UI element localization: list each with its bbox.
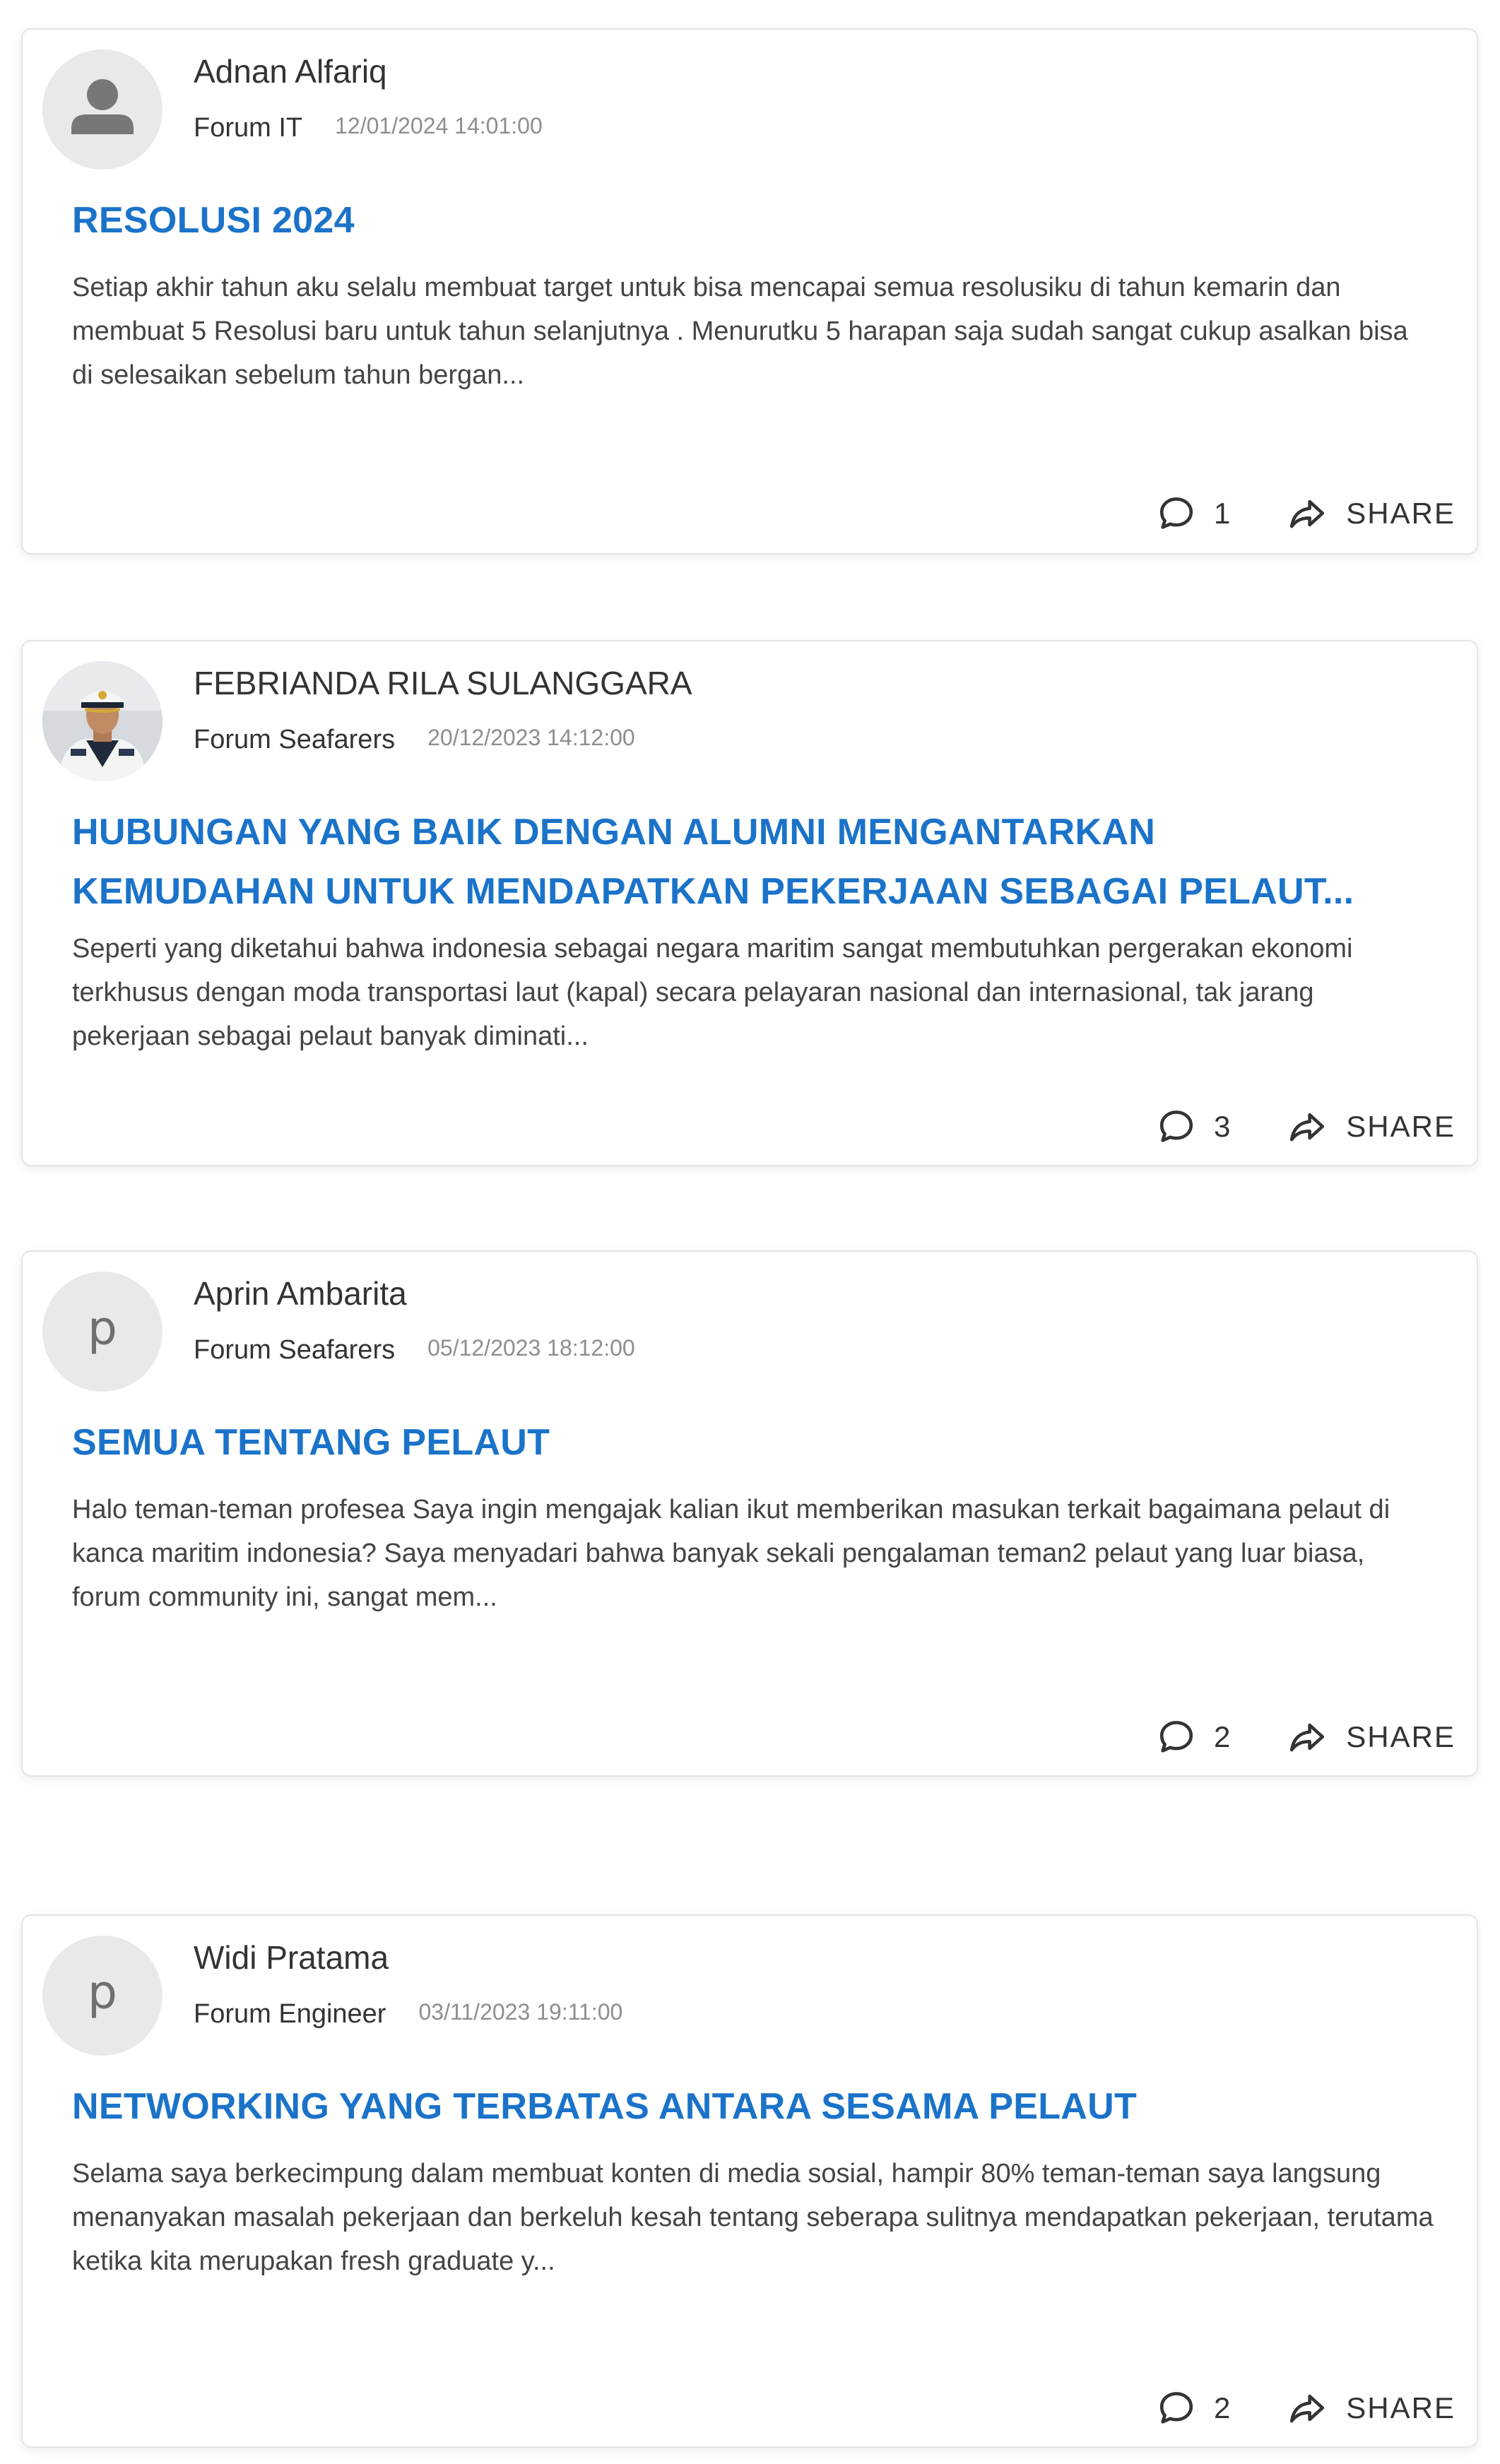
author-name[interactable]: Aprin Ambarita — [194, 1274, 407, 1313]
share-button[interactable]: SHARE — [1287, 1717, 1455, 1758]
share-arrow-icon — [1287, 1106, 1328, 1147]
comment-count: 2 — [1213, 2391, 1231, 2424]
forum-name[interactable]: Forum Engineer — [194, 1999, 386, 2029]
post-card[interactable]: FEBRIANDA RILA SULANGGARA Forum Seafarer… — [21, 640, 1478, 1166]
share-arrow-icon — [1287, 1717, 1328, 1758]
post-actions: 1 SHARE — [1156, 489, 1455, 538]
post-actions: 2 SHARE — [1156, 1712, 1455, 1762]
person-silhouette-icon — [42, 49, 163, 170]
comment-count: 1 — [1213, 497, 1231, 530]
post-date: 20/12/2023 14:12:00 — [427, 725, 635, 750]
comment-button[interactable]: 1 — [1156, 493, 1230, 534]
post-excerpt: Seperti yang diketahui bahwa indonesia s… — [72, 934, 1353, 1051]
post-title[interactable]: NETWORKING YANG TERBATAS ANTARA SESAMA P… — [72, 2077, 1400, 2136]
forum-name[interactable]: Forum IT — [194, 113, 302, 143]
forum-name[interactable]: Forum Seafarers — [194, 725, 395, 754]
share-label: SHARE — [1346, 2391, 1455, 2424]
author-name[interactable]: Adnan Alfariq — [194, 52, 387, 90]
comment-button[interactable]: 2 — [1156, 2388, 1230, 2429]
share-label: SHARE — [1346, 497, 1455, 530]
comment-button[interactable]: 2 — [1156, 1717, 1230, 1758]
avatar[interactable]: p — [42, 1936, 163, 2056]
post-card[interactable]: p Aprin Ambarita Forum Seafarers 05/12/20… — [21, 1250, 1478, 1777]
comment-button[interactable]: 3 — [1156, 1106, 1230, 1147]
profile-photo — [42, 661, 163, 781]
post-excerpt: Setiap akhir tahun aku selalu membuat ta… — [72, 273, 1408, 390]
post-excerpt: Halo teman-teman profesea Saya ingin men… — [72, 1495, 1390, 1612]
avatar-letter: p — [88, 1965, 117, 2020]
comment-bubble-icon — [1156, 1106, 1197, 1147]
share-arrow-icon — [1287, 493, 1328, 534]
post-card[interactable]: p Widi Pratama Forum Engineer 03/11/2023 … — [21, 1914, 1478, 2448]
post-title[interactable]: HUBUNGAN YANG BAIK DENGAN ALUMNI MENGANT… — [72, 802, 1400, 921]
post-title[interactable]: SEMUA TENTANG PELAUT — [72, 1413, 1400, 1472]
avatar[interactable] — [42, 49, 163, 170]
comment-bubble-icon — [1156, 493, 1197, 534]
forum-meta: Forum Seafarers 20/12/2023 14:12:00 — [194, 725, 635, 755]
comment-count: 2 — [1213, 1720, 1231, 1753]
post-excerpt: Selama saya berkecimpung dalam membuat k… — [72, 2159, 1434, 2276]
forum-meta: Forum Engineer 03/11/2023 19:11:00 — [194, 1999, 622, 2030]
share-button[interactable]: SHARE — [1287, 493, 1455, 534]
avatar-letter: p — [88, 1301, 117, 1356]
post-date: 03/11/2023 19:11:00 — [418, 1999, 623, 2025]
share-button[interactable]: SHARE — [1287, 1106, 1455, 1147]
author-name[interactable]: Widi Pratama — [194, 1938, 389, 1977]
post-date: 05/12/2023 18:12:00 — [427, 1335, 635, 1361]
comment-bubble-icon — [1156, 2388, 1197, 2429]
post-title[interactable]: RESOLUSI 2024 — [72, 191, 1400, 250]
post-date: 12/01/2024 14:01:00 — [335, 113, 543, 138]
post-card[interactable]: Adnan Alfariq Forum IT 12/01/2024 14:01:0… — [21, 28, 1478, 555]
avatar[interactable]: p — [42, 1272, 163, 1392]
avatar[interactable] — [42, 661, 163, 781]
author-name[interactable]: FEBRIANDA RILA SULANGGARA — [194, 664, 692, 702]
comment-count: 3 — [1213, 1110, 1231, 1143]
post-actions: 2 SHARE — [1156, 2383, 1455, 2433]
forum-meta: Forum IT 12/01/2024 14:01:00 — [194, 113, 543, 143]
forum-name[interactable]: Forum Seafarers — [194, 1335, 395, 1365]
post-actions: 3 SHARE — [1156, 1102, 1455, 1151]
share-button[interactable]: SHARE — [1287, 2388, 1455, 2429]
forum-meta: Forum Seafarers 05/12/2023 18:12:00 — [194, 1335, 635, 1366]
share-arrow-icon — [1287, 2388, 1328, 2429]
share-label: SHARE — [1346, 1110, 1455, 1143]
comment-bubble-icon — [1156, 1717, 1197, 1758]
share-label: SHARE — [1346, 1720, 1455, 1753]
